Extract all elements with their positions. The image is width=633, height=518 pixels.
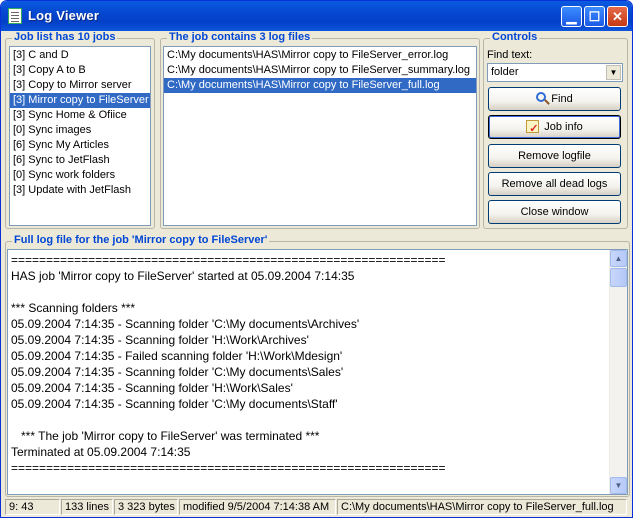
job-list-item[interactable]: [6] Sync to JetFlash xyxy=(10,153,150,168)
status-byte-count: 3 323 bytes xyxy=(114,499,178,515)
find-text-value: folder xyxy=(491,66,519,78)
window-title: Log Viewer xyxy=(28,8,100,23)
job-list[interactable]: [3] C and D [3] Copy A to B [3] Copy to … xyxy=(9,46,151,226)
remove-dead-logs-button[interactable]: Remove all dead logs xyxy=(488,172,621,196)
log-viewer-window: Log Viewer ▁ ☐ ✕ Job list has 10 jobs [3… xyxy=(0,0,633,518)
log-document-icon xyxy=(8,8,22,24)
status-bar: 9: 43 133 lines 3 323 bytes modified 9/5… xyxy=(1,498,632,517)
status-modified: modified 9/5/2004 7:14:38 AM xyxy=(179,499,336,515)
job-list-item[interactable]: [3] Copy to Mirror server xyxy=(10,78,150,93)
job-info-button-label: Job info xyxy=(544,121,583,133)
job-list-item[interactable]: [0] Sync work folders xyxy=(10,168,150,183)
log-line: ========================================… xyxy=(11,253,446,267)
find-button-label: Find xyxy=(551,93,573,105)
log-line: *** The job 'Mirror copy to FileServer' … xyxy=(11,429,320,443)
job-list-item[interactable]: [6] Sync My Articles xyxy=(10,138,150,153)
close-window-button[interactable]: Close window xyxy=(488,200,621,224)
job-list-item[interactable]: [0] Sync images xyxy=(10,123,150,138)
job-list-legend: Job list has 10 jobs xyxy=(12,31,118,43)
status-file-path: C:\My documents\HAS\Mirror copy to FileS… xyxy=(337,499,627,515)
maximize-button[interactable]: ☐ xyxy=(584,6,605,27)
status-cursor-position: 9: 43 xyxy=(5,499,60,515)
log-line: 05.09.2004 7:14:35 - Scanning folder 'C:… xyxy=(11,365,344,379)
log-line: 05.09.2004 7:14:35 - Failed scanning fol… xyxy=(11,349,343,363)
find-text-combo[interactable]: folder ▼ xyxy=(487,63,623,82)
log-text-view[interactable]: ========================================… xyxy=(7,249,628,495)
find-text-label: Find text: xyxy=(487,49,533,61)
log-file-item[interactable]: C:\My documents\HAS\Mirror copy to FileS… xyxy=(164,63,476,78)
close-icon: ✕ xyxy=(612,9,623,24)
log-line: 05.09.2004 7:14:35 - Scanning folder 'C:… xyxy=(11,397,338,411)
log-line: 05.09.2004 7:14:35 - Scanning folder 'H:… xyxy=(11,333,309,347)
scroll-thumb[interactable] xyxy=(610,268,627,287)
status-line-count: 133 lines xyxy=(61,499,113,515)
log-files-list[interactable]: C:\My documents\HAS\Mirror copy to FileS… xyxy=(163,46,477,226)
remove-logfile-button[interactable]: Remove logfile xyxy=(488,144,621,168)
controls-legend: Controls xyxy=(490,31,540,43)
find-button[interactable]: Find xyxy=(488,87,621,111)
full-log-legend: Full log file for the job 'Mirror copy t… xyxy=(12,234,270,246)
minimize-icon: ▁ xyxy=(566,9,577,24)
maximize-icon: ☐ xyxy=(588,9,601,24)
job-list-item[interactable]: [3] Update with JetFlash xyxy=(10,183,150,198)
magnifier-icon xyxy=(536,92,547,103)
log-file-item[interactable]: C:\My documents\HAS\Mirror copy to FileS… xyxy=(164,48,476,63)
job-list-item-selected[interactable]: [3] Mirror copy to FileServer xyxy=(10,93,150,108)
scroll-up-icon: ▲ xyxy=(614,254,623,263)
log-line: ========================================… xyxy=(11,461,446,475)
log-file-item-selected[interactable]: C:\My documents\HAS\Mirror copy to FileS… xyxy=(164,78,476,93)
scroll-down-button[interactable]: ▼ xyxy=(610,477,627,494)
job-list-item[interactable]: [3] Copy A to B xyxy=(10,63,150,78)
log-line: Terminated at 05.09.2004 7:14:35 xyxy=(11,445,191,459)
minimize-button[interactable]: ▁ xyxy=(561,6,582,27)
job-info-button[interactable]: Job info xyxy=(488,115,621,140)
scroll-up-button[interactable]: ▲ xyxy=(610,250,627,267)
scroll-down-icon: ▼ xyxy=(614,481,623,490)
log-line: *** Scanning folders *** xyxy=(11,301,136,315)
job-list-item[interactable]: [3] Sync Home & Ofiice xyxy=(10,108,150,123)
vertical-scrollbar[interactable]: ▲ ▼ xyxy=(609,250,627,494)
job-info-icon xyxy=(526,118,540,140)
log-line: 05.09.2004 7:14:35 - Scanning folder 'H:… xyxy=(11,381,293,395)
log-line: HAS job 'Mirror copy to FileServer' star… xyxy=(11,269,355,283)
close-button[interactable]: ✕ xyxy=(607,6,628,27)
log-line: 05.09.2004 7:14:35 - Scanning folder 'C:… xyxy=(11,317,360,331)
title-bar[interactable]: Log Viewer ▁ ☐ ✕ xyxy=(1,1,632,31)
job-list-item[interactable]: [3] C and D xyxy=(10,48,150,63)
log-files-legend: The job contains 3 log files xyxy=(167,31,313,43)
dropdown-arrow-icon[interactable]: ▼ xyxy=(606,65,621,80)
